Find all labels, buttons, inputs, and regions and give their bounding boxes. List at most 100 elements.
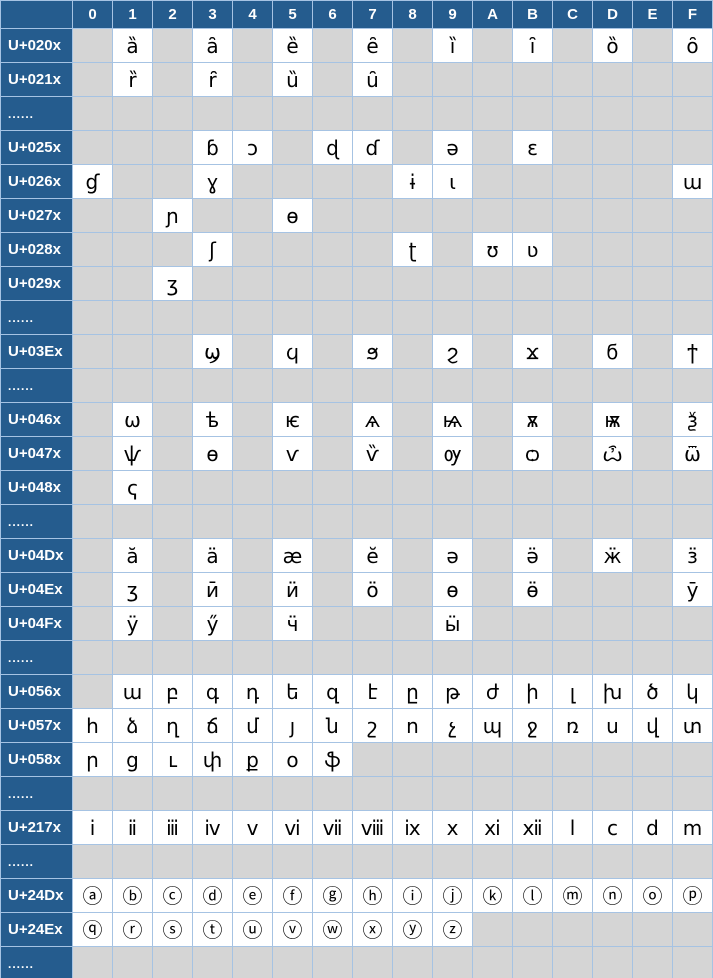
glyph-cell: ⓙ: [433, 879, 473, 913]
column-header-0: 0: [73, 1, 113, 29]
empty-cell: [233, 403, 273, 437]
glyph-cell: ѧ: [353, 403, 393, 437]
empty-cell: [593, 471, 633, 505]
glyph-cell: ѹ: [433, 437, 473, 471]
empty-cell: [233, 301, 273, 335]
empty-cell: [233, 777, 273, 811]
empty-cell: [73, 335, 113, 369]
glyph-cell: ә: [433, 539, 473, 573]
glyph-cell: ѡ: [113, 403, 153, 437]
empty-cell: [673, 607, 713, 641]
empty-cell: [633, 131, 673, 165]
glyph-cell: ӹ: [433, 607, 473, 641]
glyph-cell: ϭ: [593, 335, 633, 369]
row-label: U+026x: [1, 165, 73, 199]
glyph-cell: ɨ: [393, 165, 433, 199]
glyph-cell: ր: [73, 743, 113, 777]
glyph-cell: ⓧ: [353, 913, 393, 947]
empty-cell: [153, 539, 193, 573]
empty-cell: [553, 505, 593, 539]
empty-cell: [153, 641, 193, 675]
code-row-U+028x: U+028xʃʈʊʋ: [1, 233, 713, 267]
empty-cell: [593, 199, 633, 233]
glyph-cell: ѳ: [193, 437, 233, 471]
empty-cell: [113, 165, 153, 199]
empty-cell: [473, 471, 513, 505]
empty-cell: [633, 63, 673, 97]
empty-cell: [633, 301, 673, 335]
empty-cell: [313, 199, 353, 233]
glyph-cell: ⅾ: [633, 811, 673, 845]
empty-cell: [673, 369, 713, 403]
empty-cell: [633, 369, 673, 403]
empty-cell: [593, 131, 633, 165]
empty-cell: [593, 913, 633, 947]
ellipsis-row: ......: [1, 777, 713, 811]
empty-cell: [473, 369, 513, 403]
empty-cell: [473, 607, 513, 641]
empty-cell: [593, 267, 633, 301]
empty-cell: [153, 607, 193, 641]
code-row-U+021x: U+021xȑȓȕȗ: [1, 63, 713, 97]
empty-cell: [313, 29, 353, 63]
row-label: U+056x: [1, 675, 73, 709]
glyph-cell: ⓡ: [113, 913, 153, 947]
empty-cell: [153, 233, 193, 267]
column-header-5: 5: [273, 1, 313, 29]
glyph-cell: ղ: [153, 709, 193, 743]
empty-cell: [473, 97, 513, 131]
glyph-cell: ӝ: [593, 539, 633, 573]
empty-cell: [153, 573, 193, 607]
glyph-cell: ө: [433, 573, 473, 607]
empty-cell: [673, 913, 713, 947]
glyph-cell: ⓒ: [153, 879, 193, 913]
empty-cell: [313, 505, 353, 539]
empty-cell: [313, 301, 353, 335]
glyph-cell: մ: [233, 709, 273, 743]
glyph-cell: ʃ: [193, 233, 233, 267]
glyph-cell: ⅰ: [73, 811, 113, 845]
empty-cell: [473, 437, 513, 471]
ellipsis-row: ......: [1, 505, 713, 539]
row-label: U+028x: [1, 233, 73, 267]
code-row-U+058x: U+058xրցւփքօֆ: [1, 743, 713, 777]
glyph-cell: տ: [673, 709, 713, 743]
column-header-A: A: [473, 1, 513, 29]
empty-cell: [113, 301, 153, 335]
empty-cell: [233, 369, 273, 403]
chart-body: U+020xȁȃȅȇȉȋȍȏU+021xȑȓȕȗ......U+025xɓɔɖɗ…: [1, 29, 713, 978]
empty-cell: [393, 267, 433, 301]
empty-cell: [233, 845, 273, 879]
empty-cell: [73, 947, 113, 978]
empty-cell: [593, 63, 633, 97]
glyph-cell: ⓩ: [433, 913, 473, 947]
empty-cell: [633, 471, 673, 505]
code-row-U+029x: U+029xʒ: [1, 267, 713, 301]
glyph-cell: ւ: [153, 743, 193, 777]
glyph-cell: գ: [193, 675, 233, 709]
empty-cell: [73, 437, 113, 471]
empty-cell: [553, 301, 593, 335]
code-row-U+04Fx: U+04Fxӱӳӵӹ: [1, 607, 713, 641]
glyph-cell: ս: [593, 709, 633, 743]
glyph-cell: ϣ: [193, 335, 233, 369]
row-label: U+047x: [1, 437, 73, 471]
glyph-cell: ն: [313, 709, 353, 743]
code-row-U+056x: U+056xաբգդեզէըթժիլխծկ: [1, 675, 713, 709]
empty-cell: [273, 301, 313, 335]
empty-cell: [273, 777, 313, 811]
empty-cell: [313, 845, 353, 879]
empty-cell: [393, 947, 433, 978]
glyph-cell: ѯ: [673, 403, 713, 437]
glyph-cell: ӟ: [673, 539, 713, 573]
glyph-cell: ϥ: [273, 335, 313, 369]
glyph-cell: շ: [353, 709, 393, 743]
empty-cell: [233, 165, 273, 199]
empty-cell: [153, 369, 193, 403]
empty-cell: [633, 199, 673, 233]
empty-cell: [233, 335, 273, 369]
column-header-E: E: [633, 1, 673, 29]
glyph-cell: ʊ: [473, 233, 513, 267]
empty-cell: [673, 97, 713, 131]
empty-cell: [73, 505, 113, 539]
